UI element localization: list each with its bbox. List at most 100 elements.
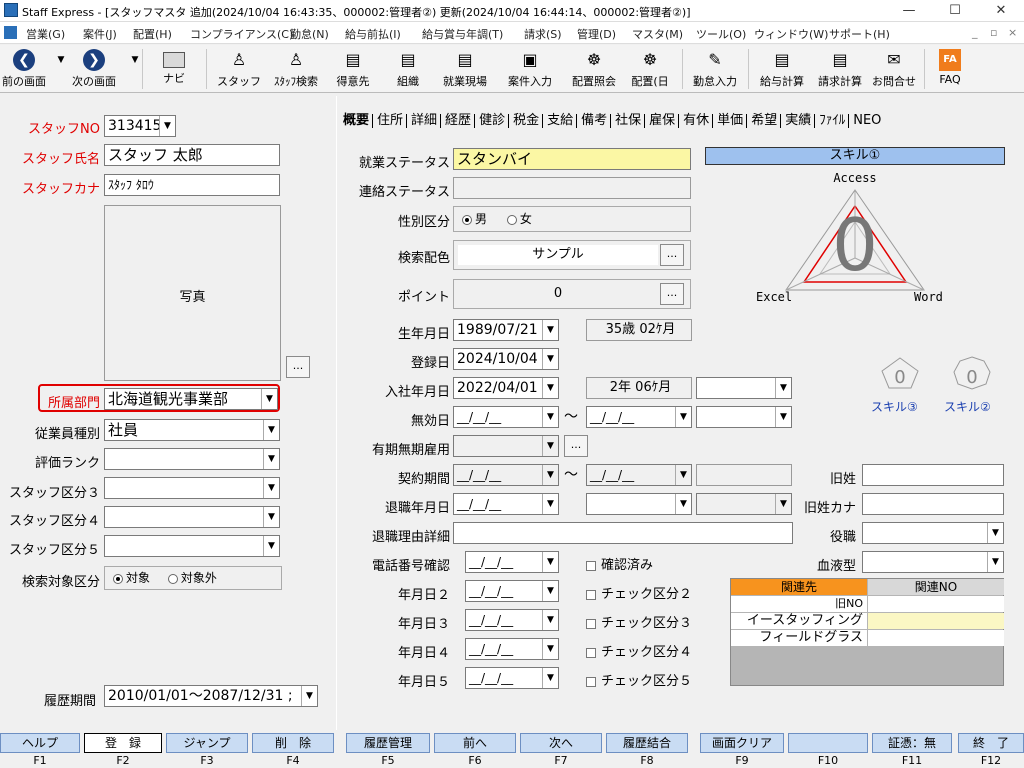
date4-select[interactable]: __/__/__ ▼ xyxy=(465,638,559,660)
staff-cat5-select[interactable]: ▼ xyxy=(104,535,280,557)
contract-to-select[interactable]: __/__/__ ▼ xyxy=(586,464,692,486)
search-target-on-radio[interactable]: 対象 xyxy=(113,571,150,585)
menu-assign[interactable]: 配置(H) xyxy=(133,26,172,42)
menu-window[interactable]: ウィンドウ(W) xyxy=(754,26,828,42)
menu-advance-pay[interactable]: 給与前払(I) xyxy=(345,26,401,42)
maximize-icon[interactable]: ☐ xyxy=(932,0,978,22)
staff-name-input[interactable]: スタッフ 太郎 xyxy=(104,144,280,166)
retire-reason-detail-input[interactable] xyxy=(453,522,793,544)
tab-wish[interactable]: 希望 xyxy=(748,114,782,128)
prev-screen-button[interactable]: ❮ 前の画面 xyxy=(0,47,48,91)
work-status-input[interactable]: スタンバイ xyxy=(453,148,691,170)
contract-from-select[interactable]: __/__/__ ▼ xyxy=(453,464,559,486)
tab-neo[interactable]: NEO xyxy=(850,114,884,128)
exit-button[interactable]: 終 了 xyxy=(958,733,1024,753)
customer-button[interactable]: ▤ 得意先 xyxy=(328,47,378,91)
history-mgmt-button[interactable]: 履歴管理 xyxy=(346,733,430,753)
attendance-entry-button[interactable]: ✎ 勤怠入力 xyxy=(688,47,742,91)
date3-select[interactable]: __/__/__ ▼ xyxy=(465,609,559,631)
search-target-off-radio[interactable]: 対象外 xyxy=(167,571,217,585)
assign-inquiry-button[interactable]: ☸ 配置照会 xyxy=(566,47,622,91)
tab-employ-ins[interactable]: 雇保 xyxy=(646,114,680,128)
tab-file[interactable]: ﾌｧｲﾙ xyxy=(816,114,850,128)
next-screen-button[interactable]: ❯ 次の画面 xyxy=(66,47,122,91)
tab-paid-leave[interactable]: 有休 xyxy=(680,114,714,128)
jump-button[interactable]: ジャンプ xyxy=(166,733,248,753)
delete-button[interactable]: 削 除 xyxy=(252,733,334,753)
tab-social-ins[interactable]: 社保 xyxy=(612,114,646,128)
contract-type-select[interactable]: ▼ xyxy=(453,435,559,457)
mdi-restore-icon[interactable]: ▫ xyxy=(990,26,997,39)
tab-address[interactable]: 住所 xyxy=(374,114,408,128)
tab-details[interactable]: 詳細 xyxy=(408,114,442,128)
staff-no-select[interactable]: 313415 ▼ xyxy=(104,115,176,137)
skill2-link[interactable]: スキル② xyxy=(944,398,991,415)
gender-male-radio[interactable]: 男 xyxy=(462,212,487,226)
rank-select[interactable]: ▼ xyxy=(104,448,280,470)
confirmed-checkbox[interactable]: 確認済み xyxy=(586,554,653,573)
check5-checkbox[interactable]: チェック区分５ xyxy=(586,670,692,689)
join-date-select[interactable]: 2022/04/01 ▼ xyxy=(453,377,559,399)
minimize-icon[interactable]: — xyxy=(886,0,932,22)
register-button[interactable]: 登 録 xyxy=(84,733,162,753)
position-select[interactable]: ▼ xyxy=(862,522,1004,544)
menu-billing[interactable]: 請求(S) xyxy=(524,26,562,42)
skill3-link[interactable]: スキル③ xyxy=(871,398,918,415)
tab-rate[interactable]: 単価 xyxy=(714,114,748,128)
next-dropdown-icon[interactable]: ▼ xyxy=(124,47,139,91)
organization-button[interactable]: ▤ 組織 xyxy=(386,47,430,91)
invalid-date-from[interactable]: __/__/__ ▼ xyxy=(453,406,559,428)
dept-select[interactable]: 北海道観光事業部 ▼ xyxy=(104,388,278,410)
reg-date-select[interactable]: 2024/10/04 ▼ xyxy=(453,348,559,370)
retire-reason-select[interactable]: ▼ xyxy=(586,493,692,515)
old-name-input[interactable] xyxy=(862,464,1004,486)
staff-button[interactable]: ♙ スタッフ xyxy=(214,47,264,91)
tab-history[interactable]: 経歴 xyxy=(442,114,476,128)
photo-box[interactable]: 写真 xyxy=(104,205,281,381)
menu-sales[interactable]: 営業(G) xyxy=(26,26,65,42)
menu-tools[interactable]: ツール(O) xyxy=(696,26,746,42)
payroll-calc-button[interactable]: ▤ 給与計算 xyxy=(754,47,810,91)
date5-select[interactable]: __/__/__ ▼ xyxy=(465,667,559,689)
prev-button[interactable]: 前へ xyxy=(434,733,516,753)
tab-overview[interactable]: 概要 xyxy=(340,114,374,128)
faq-button[interactable]: FA FAQ xyxy=(930,47,970,91)
case-entry-button[interactable]: ▣ 案件入力 xyxy=(502,47,558,91)
next-button[interactable]: 次へ xyxy=(520,733,602,753)
join-extra-select[interactable]: ▼ xyxy=(696,377,792,399)
skill2-mini-chart[interactable]: 0 xyxy=(952,356,992,390)
invalid-extra-select[interactable]: ▼ xyxy=(696,406,792,428)
history-select[interactable]: 2010/01/01～2087/12/31 ; ▼ xyxy=(104,685,318,707)
birth-date-select[interactable]: 1989/07/21 ▼ xyxy=(453,319,559,341)
menu-compliance[interactable]: コンプライアンス(C) xyxy=(190,26,293,42)
help-button[interactable]: ヘルプ xyxy=(0,733,80,753)
related-row-label[interactable]: イースタッフィング xyxy=(731,613,867,629)
inquiry-button[interactable]: ✉ お問合せ xyxy=(868,47,920,91)
menu-case[interactable]: 案件(J) xyxy=(83,26,117,42)
related-row-label[interactable]: 旧NO xyxy=(731,596,867,612)
f10-button[interactable] xyxy=(788,733,868,753)
menu-payroll[interactable]: 給与賞与年調(T) xyxy=(422,26,503,42)
navi-button[interactable]: ナビ xyxy=(152,47,196,91)
prev-dropdown-icon[interactable]: ▼ xyxy=(50,47,65,91)
related-row-value[interactable] xyxy=(868,596,1004,612)
tab-tax[interactable]: 税金 xyxy=(510,114,544,128)
staff-cat3-select[interactable]: ▼ xyxy=(104,477,280,499)
contract-type-button[interactable]: ... xyxy=(564,435,588,457)
worksite-button[interactable]: ▤ 就業現場 xyxy=(436,47,494,91)
phone-check-date[interactable]: __/__/__ ▼ xyxy=(465,551,559,573)
date2-select[interactable]: __/__/__ ▼ xyxy=(465,580,559,602)
tab-health[interactable]: 健診 xyxy=(476,114,510,128)
mdi-minimize-icon[interactable]: _ xyxy=(972,26,978,39)
tab-pay[interactable]: 支給 xyxy=(544,114,578,128)
old-kana-input[interactable] xyxy=(862,493,1004,515)
blood-type-select[interactable]: ▼ xyxy=(862,551,1004,573)
staff-cat4-select[interactable]: ▼ xyxy=(104,506,280,528)
tab-notes[interactable]: 備考 xyxy=(578,114,612,128)
menu-master[interactable]: マスタ(M) xyxy=(632,26,683,42)
related-row-label[interactable]: フィールドグラス xyxy=(731,630,867,646)
point-button[interactable]: ... xyxy=(660,283,684,305)
invalid-date-to[interactable]: __/__/__ ▼ xyxy=(586,406,692,428)
assign-daily-button[interactable]: ☸ 配置(日 xyxy=(626,47,674,91)
check3-checkbox[interactable]: チェック区分３ xyxy=(586,612,692,631)
